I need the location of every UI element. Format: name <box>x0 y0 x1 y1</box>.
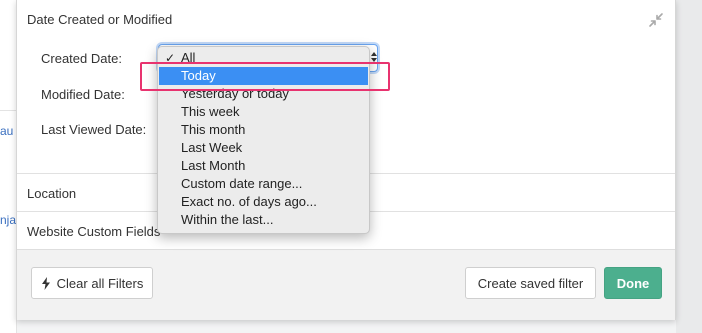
background-link-fragment[interactable]: au <box>0 124 13 138</box>
clear-all-filters-button[interactable]: Clear all Filters <box>31 267 153 299</box>
create-saved-filter-button[interactable]: Create saved filter <box>465 267 596 299</box>
menu-item-last-month[interactable]: Last Month <box>159 157 368 175</box>
menu-item-custom-date-range[interactable]: Custom date range... <box>159 175 368 193</box>
menu-item-exact-days-ago[interactable]: Exact no. of days ago... <box>159 193 368 211</box>
select-arrows-icon <box>371 52 377 62</box>
clear-all-filters-label: Clear all Filters <box>56 275 144 291</box>
created-date-dropdown-menu: ✓ All Today Yesterday or today This week… <box>157 46 370 234</box>
menu-item-this-month[interactable]: This month <box>159 121 368 139</box>
menu-item-all[interactable]: ✓ All <box>159 49 368 67</box>
menu-item-within-the-last[interactable]: Within the last... <box>159 211 368 229</box>
bolt-icon <box>41 276 50 290</box>
collapse-arrows-icon[interactable] <box>648 12 664 28</box>
background-page-left <box>0 0 17 333</box>
background-page-right <box>676 0 702 333</box>
panel-footer: Clear all Filters Create saved filter Do… <box>17 249 675 320</box>
section-title-website-custom-fields[interactable]: Website Custom Fields <box>27 224 160 239</box>
menu-item-last-week[interactable]: Last Week <box>159 139 368 157</box>
menu-item-yesterday-or-today[interactable]: Yesterday or today <box>159 85 368 103</box>
created-date-label: Created Date: <box>41 51 122 66</box>
section-title-location[interactable]: Location <box>27 186 76 201</box>
done-button[interactable]: Done <box>604 267 662 299</box>
menu-item-this-week[interactable]: This week <box>159 103 368 121</box>
last-viewed-date-label: Last Viewed Date: <box>41 122 147 137</box>
checkmark-icon: ✓ <box>165 51 176 65</box>
section-title-date[interactable]: Date Created or Modified <box>27 12 172 27</box>
background-divider <box>0 110 16 111</box>
modified-date-label: Modified Date: <box>41 87 125 102</box>
menu-item-today[interactable]: Today <box>159 67 368 85</box>
background-link-fragment[interactable]: nja <box>0 213 16 227</box>
